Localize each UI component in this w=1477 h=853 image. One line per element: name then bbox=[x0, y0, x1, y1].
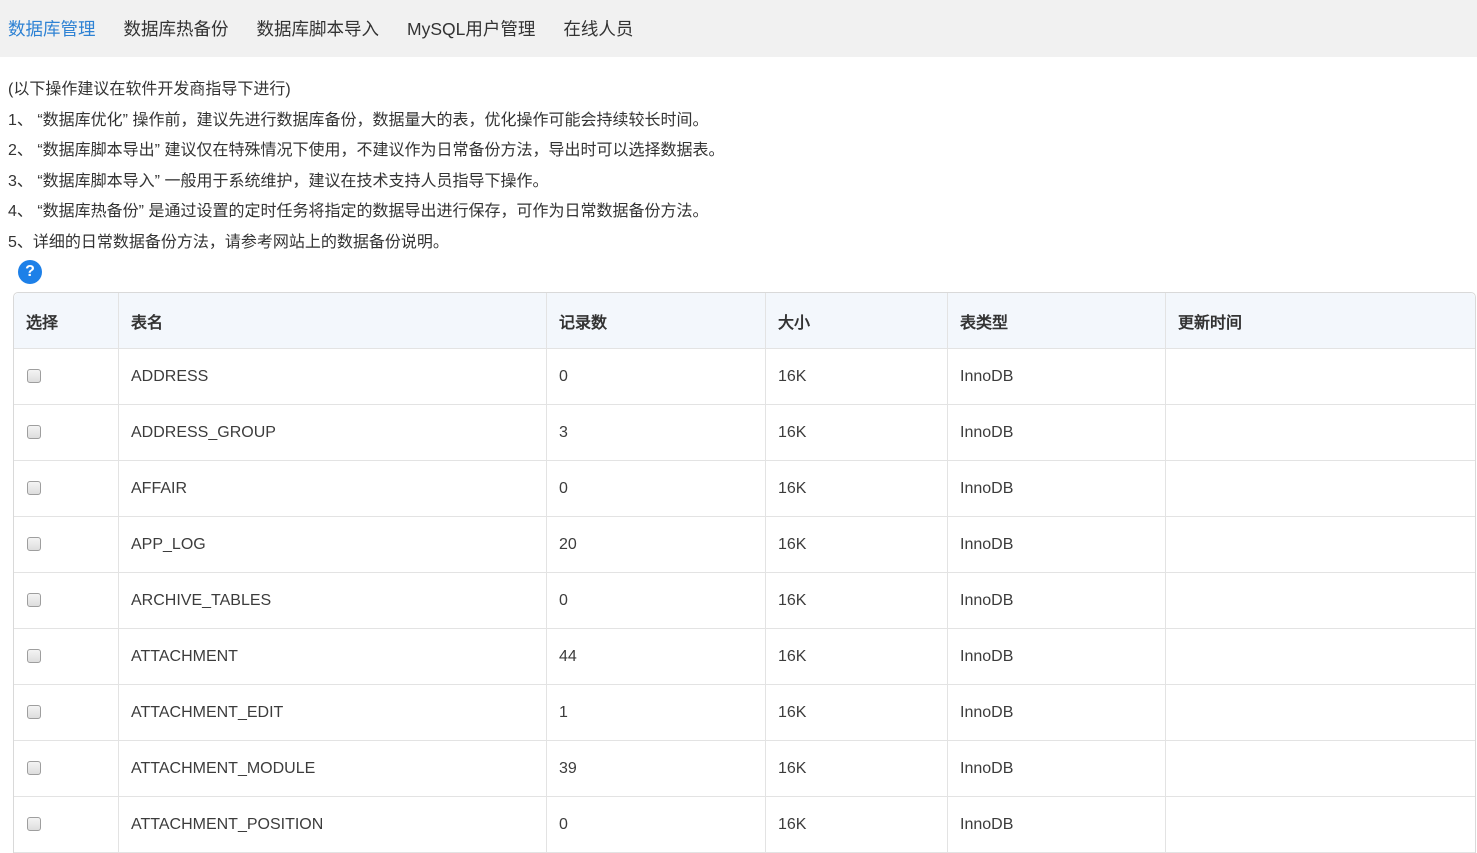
table-name-cell: ATTACHMENT_POSITION bbox=[119, 797, 547, 853]
record-count-cell: 1 bbox=[547, 685, 766, 741]
help-icon[interactable]: ? bbox=[18, 260, 42, 284]
table-row: ARCHIVE_TABLES016KInnoDB bbox=[14, 573, 1475, 629]
database-tables-table: 选择表名记录数大小表类型更新时间 ADDRESS016KInnoDBADDRES… bbox=[13, 292, 1476, 853]
note-line: 2、 “数据库脚本导出” 建议仅在特殊情况下使用，不建议作为日常备份方法，导出时… bbox=[8, 136, 1477, 167]
table-name-cell: ATTACHMENT_MODULE bbox=[119, 741, 547, 797]
nav-tab-item[interactable]: 数据库脚本导入 bbox=[257, 16, 380, 41]
table-type-cell: InnoDB bbox=[948, 741, 1166, 797]
updated-time-cell bbox=[1166, 349, 1475, 405]
record-count-cell: 3 bbox=[547, 405, 766, 461]
select-cell bbox=[14, 741, 119, 797]
record-count-cell: 0 bbox=[547, 573, 766, 629]
select-cell bbox=[14, 349, 119, 405]
nav-tab-item[interactable]: 在线人员 bbox=[563, 16, 633, 41]
record-count-cell: 0 bbox=[547, 349, 766, 405]
size-cell: 16K bbox=[766, 685, 948, 741]
table-row: ATTACHMENT4416KInnoDB bbox=[14, 629, 1475, 685]
record-count-cell: 39 bbox=[547, 741, 766, 797]
table-type-cell: InnoDB bbox=[948, 573, 1166, 629]
row-checkbox[interactable] bbox=[27, 593, 41, 607]
table-row: ATTACHMENT_EDIT116KInnoDB bbox=[14, 685, 1475, 741]
table-row: ADDRESS016KInnoDB bbox=[14, 349, 1475, 405]
table-type-cell: InnoDB bbox=[948, 685, 1166, 741]
size-cell: 16K bbox=[766, 349, 948, 405]
column-header: 记录数 bbox=[547, 293, 766, 349]
note-line: 1、 “数据库优化” 操作前，建议先进行数据库备份，数据量大的表，优化操作可能会… bbox=[8, 106, 1477, 137]
nav-tab-item[interactable]: MySQL用户管理 bbox=[407, 16, 535, 41]
row-checkbox[interactable] bbox=[27, 369, 41, 383]
row-checkbox[interactable] bbox=[27, 537, 41, 551]
table-name-cell: ATTACHMENT_EDIT bbox=[119, 685, 547, 741]
table-name-cell: ATTACHMENT bbox=[119, 629, 547, 685]
select-cell bbox=[14, 405, 119, 461]
note-line: 5、详细的日常数据备份方法，请参考网站上的数据备份说明。 bbox=[8, 228, 1477, 259]
size-cell: 16K bbox=[766, 517, 948, 573]
column-header: 更新时间 bbox=[1166, 293, 1475, 349]
updated-time-cell bbox=[1166, 629, 1475, 685]
table-header-row: 选择表名记录数大小表类型更新时间 bbox=[14, 293, 1475, 349]
updated-time-cell bbox=[1166, 741, 1475, 797]
table-type-cell: InnoDB bbox=[948, 461, 1166, 517]
notes-intro-line: (以下操作建议在软件开发商指导下进行) bbox=[8, 75, 1477, 106]
size-cell: 16K bbox=[766, 461, 948, 517]
table-name-cell: APP_LOG bbox=[119, 517, 547, 573]
row-checkbox[interactable] bbox=[27, 817, 41, 831]
record-count-cell: 44 bbox=[547, 629, 766, 685]
table-row: ADDRESS_GROUP316KInnoDB bbox=[14, 405, 1475, 461]
row-checkbox[interactable] bbox=[27, 649, 41, 663]
table-type-cell: InnoDB bbox=[948, 349, 1166, 405]
updated-time-cell bbox=[1166, 797, 1475, 853]
size-cell: 16K bbox=[766, 405, 948, 461]
nav-tab-item[interactable]: 数据库热备份 bbox=[124, 16, 229, 41]
updated-time-cell bbox=[1166, 685, 1475, 741]
row-checkbox[interactable] bbox=[27, 705, 41, 719]
table-name-cell: ADDRESS_GROUP bbox=[119, 405, 547, 461]
table-name-cell: ARCHIVE_TABLES bbox=[119, 573, 547, 629]
table-row: ATTACHMENT_POSITION016KInnoDB bbox=[14, 797, 1475, 853]
top-navbar: 数据库管理 数据库热备份 数据库脚本导入 MySQL用户管理 在线人员 bbox=[0, 0, 1477, 57]
record-count-cell: 0 bbox=[547, 461, 766, 517]
size-cell: 16K bbox=[766, 741, 948, 797]
updated-time-cell bbox=[1166, 573, 1475, 629]
size-cell: 16K bbox=[766, 797, 948, 853]
updated-time-cell bbox=[1166, 461, 1475, 517]
row-checkbox[interactable] bbox=[27, 761, 41, 775]
table-type-cell: InnoDB bbox=[948, 629, 1166, 685]
column-header: 选择 bbox=[14, 293, 119, 349]
note-line: 4、 “数据库热备份” 是通过设置的定时任务将指定的数据导出进行保存，可作为日常… bbox=[8, 197, 1477, 228]
row-checkbox[interactable] bbox=[27, 425, 41, 439]
table-row: APP_LOG2016KInnoDB bbox=[14, 517, 1475, 573]
notes-list: 1、 “数据库优化” 操作前，建议先进行数据库备份，数据量大的表，优化操作可能会… bbox=[8, 106, 1477, 259]
select-cell bbox=[14, 685, 119, 741]
size-cell: 16K bbox=[766, 573, 948, 629]
column-header: 表类型 bbox=[948, 293, 1166, 349]
record-count-cell: 20 bbox=[547, 517, 766, 573]
table-type-cell: InnoDB bbox=[948, 517, 1166, 573]
size-cell: 16K bbox=[766, 629, 948, 685]
table-type-cell: InnoDB bbox=[948, 797, 1166, 853]
select-cell bbox=[14, 629, 119, 685]
table-name-cell: AFFAIR bbox=[119, 461, 547, 517]
column-header: 大小 bbox=[766, 293, 948, 349]
instruction-notes: (以下操作建议在软件开发商指导下进行) 1、 “数据库优化” 操作前，建议先进行… bbox=[8, 75, 1477, 258]
select-cell bbox=[14, 573, 119, 629]
table-name-cell: ADDRESS bbox=[119, 349, 547, 405]
record-count-cell: 0 bbox=[547, 797, 766, 853]
select-cell bbox=[14, 517, 119, 573]
note-line: 3、 “数据库脚本导入” 一般用于系统维护，建议在技术支持人员指导下操作。 bbox=[8, 167, 1477, 198]
nav-tab-active[interactable]: 数据库管理 bbox=[8, 16, 96, 41]
row-checkbox[interactable] bbox=[27, 481, 41, 495]
select-cell bbox=[14, 461, 119, 517]
updated-time-cell bbox=[1166, 405, 1475, 461]
select-cell bbox=[14, 797, 119, 853]
table-row: AFFAIR016KInnoDB bbox=[14, 461, 1475, 517]
table-row: ATTACHMENT_MODULE3916KInnoDB bbox=[14, 741, 1475, 797]
table-type-cell: InnoDB bbox=[948, 405, 1166, 461]
updated-time-cell bbox=[1166, 517, 1475, 573]
column-header: 表名 bbox=[119, 293, 547, 349]
